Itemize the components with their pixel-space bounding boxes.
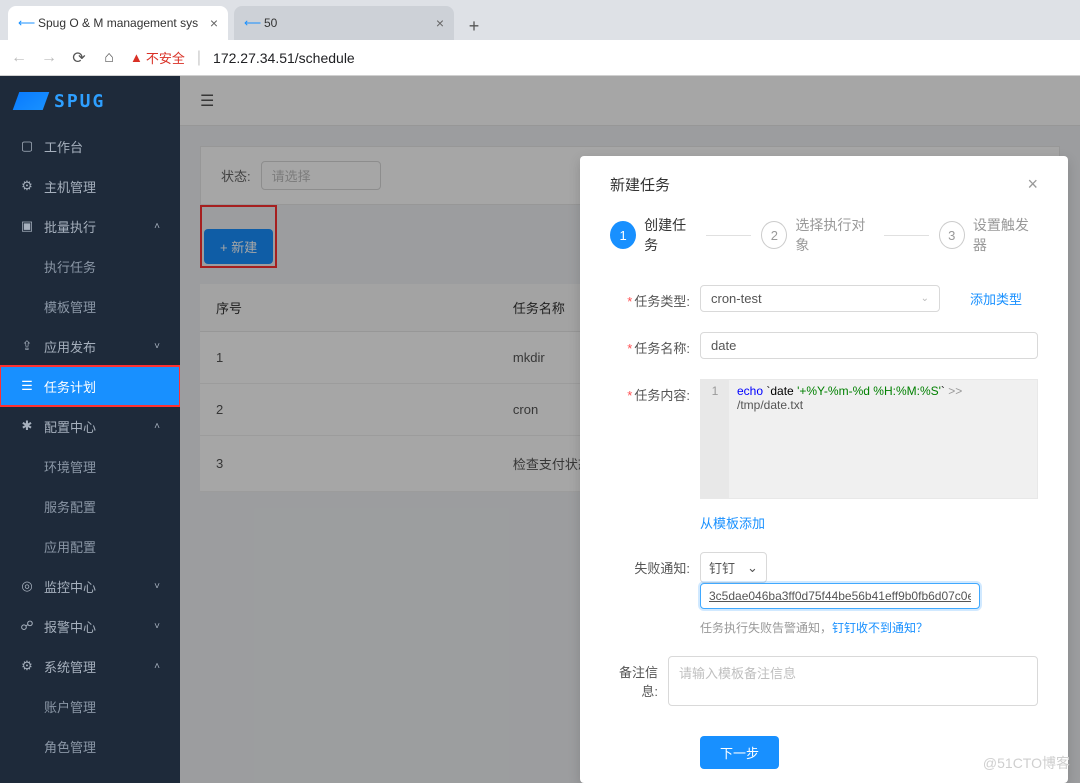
close-icon[interactable]: × <box>210 15 218 31</box>
menu-icon: ⇪ <box>20 338 34 354</box>
from-template-link[interactable]: 从模板添加 <box>700 516 765 531</box>
menu-icon: ⚙ <box>20 658 34 674</box>
add-type-link[interactable]: 添加类型 <box>970 289 1022 308</box>
home-icon[interactable]: ⌂ <box>100 49 118 67</box>
favicon-icon: ⟵ <box>244 16 258 30</box>
address-bar: ← → ⟳ ⌂ ▲不安全 | 172.27.34.51/schedule <box>0 40 1080 76</box>
sidebar-item[interactable]: ✱配置中心˄ <box>0 406 180 446</box>
warning-icon: ▲ <box>130 50 143 65</box>
chevron-down-icon: ⌄ <box>921 293 929 304</box>
step: 1创建任务 <box>610 215 696 255</box>
sidebar-item[interactable]: ⚙主机管理 <box>0 166 180 206</box>
chevron-icon: ˄ <box>154 221 160 232</box>
remark-textarea[interactable]: 请输入模板备注信息 <box>668 656 1038 706</box>
new-task-modal: 新建任务 × 1创建任务2选择执行对象3设置触发器 *任务类型: cron-te… <box>580 156 1068 783</box>
tab-title: 50 <box>264 16 430 30</box>
fail-hint: 任务执行失败告警通知，钉钉收不到通知？ <box>700 619 1038 636</box>
sidebar-subitem[interactable]: 模板管理 <box>0 286 180 326</box>
back-icon[interactable]: ← <box>10 49 28 67</box>
sidebar: SPUG ▢工作台⚙主机管理▣批量执行˄执行任务模板管理⇪应用发布˅☰任务计划✱… <box>0 76 180 783</box>
chevron-icon: ˄ <box>154 421 160 432</box>
sidebar-subitem[interactable]: 环境管理 <box>0 446 180 486</box>
sidebar-item[interactable]: ☰任务计划 <box>0 366 180 406</box>
sidebar-subitem[interactable]: 服务配置 <box>0 486 180 526</box>
favicon-icon: ⟵ <box>18 16 32 30</box>
sidebar-subitem[interactable]: 角色管理 <box>0 726 180 766</box>
watermark: @51CTO博客 <box>983 753 1070 773</box>
main-content: ☰ 状态: 请选择 + 新建 序号任务名称 1mkdir2cron3检查支付状态… <box>180 76 1080 783</box>
menu-icon: ✱ <box>20 418 34 434</box>
modal-title: 新建任务 <box>610 174 670 195</box>
sidebar-item[interactable]: ⇪应用发布˅ <box>0 326 180 366</box>
sidebar-subitem[interactable]: 账户管理 <box>0 686 180 726</box>
sidebar-item[interactable]: ☍报警中心˅ <box>0 606 180 646</box>
sidebar-subitem[interactable]: 执行任务 <box>0 246 180 286</box>
chevron-down-icon: ⌄ <box>747 560 758 576</box>
task-content-editor[interactable]: 1 echo `date '+%Y-%m-%d %H:%M:%S'` >> /t… <box>700 379 1038 499</box>
sidebar-item[interactable]: ⚙系统管理˄ <box>0 646 180 686</box>
url-text[interactable]: 172.27.34.51/schedule <box>213 50 355 66</box>
chevron-icon: ˅ <box>154 341 160 352</box>
help-link[interactable]: 钉钉收不到通知？ <box>832 621 928 635</box>
fail-notify-select[interactable]: 钉钉 ⌄ <box>700 552 767 583</box>
insecure-badge: ▲不安全 <box>130 48 185 67</box>
logo-icon <box>13 92 50 110</box>
step: 2选择执行对象 <box>761 215 873 255</box>
menu-icon: ☍ <box>20 618 34 634</box>
menu-icon: ▣ <box>20 218 34 234</box>
menu-icon: ◎ <box>20 578 34 594</box>
webhook-token-input[interactable] <box>700 583 980 609</box>
forward-icon[interactable]: → <box>40 49 58 67</box>
browser-tab-active[interactable]: ⟵ Spug O & M management sys × <box>8 6 228 40</box>
close-icon[interactable]: × <box>1027 174 1038 195</box>
reload-icon[interactable]: ⟳ <box>70 48 88 68</box>
sidebar-item[interactable]: ◎监控中心˅ <box>0 566 180 606</box>
tab-title: Spug O & M management sys <box>38 16 204 30</box>
next-button[interactable]: 下一步 <box>700 736 779 769</box>
task-type-select[interactable]: cron-test ⌄ <box>700 285 940 312</box>
menu-icon: ☰ <box>20 378 34 394</box>
sidebar-item[interactable]: ▢工作台 <box>0 126 180 166</box>
chevron-icon: ˅ <box>154 581 160 592</box>
menu-icon: ⚙ <box>20 178 34 194</box>
chevron-icon: ˄ <box>154 661 160 672</box>
browser-tab-inactive[interactable]: ⟵ 50 × <box>234 6 454 40</box>
close-icon[interactable]: × <box>436 15 444 31</box>
menu-icon: ▢ <box>20 138 34 154</box>
logo: SPUG <box>0 76 180 126</box>
chevron-icon: ˅ <box>154 621 160 632</box>
sidebar-subitem[interactable]: 应用配置 <box>0 526 180 566</box>
task-name-input[interactable] <box>700 332 1038 359</box>
step: 3设置触发器 <box>939 215 1038 255</box>
sidebar-item[interactable]: ▣批量执行˄ <box>0 206 180 246</box>
browser-tab-strip: ⟵ Spug O & M management sys × ⟵ 50 × + <box>0 0 1080 40</box>
new-tab-button[interactable]: + <box>460 12 488 40</box>
